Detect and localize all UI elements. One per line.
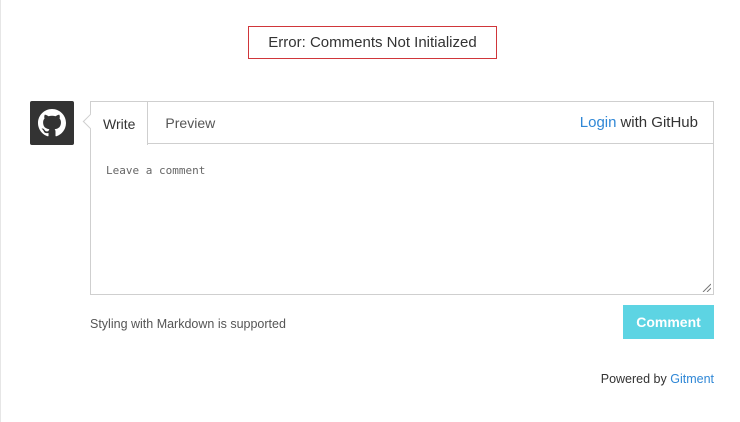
comment-textarea[interactable] [91, 144, 713, 294]
gitment-link[interactable]: Gitment [670, 372, 714, 386]
powered-by: Powered by Gitment [601, 372, 714, 386]
github-icon [38, 109, 66, 137]
powered-by-label: Powered by [600, 372, 667, 386]
comment-button[interactable]: Comment [623, 305, 714, 339]
error-message-text: Error: Comments Not Initialized [268, 34, 477, 51]
left-divider [0, 0, 1, 422]
resize-handle-icon[interactable] [702, 283, 711, 292]
login-link[interactable]: Login [580, 114, 617, 131]
editor-tab-bar: Write Preview Login with GitHub [91, 102, 713, 145]
markdown-support-note: Styling with Markdown is supported [90, 317, 286, 331]
login-prompt: Login with GitHub [580, 102, 698, 143]
tab-preview[interactable]: Preview [148, 102, 227, 143]
github-avatar[interactable] [30, 101, 74, 145]
comment-editor: Write Preview Login with GitHub [90, 101, 714, 295]
tab-write[interactable]: Write [91, 102, 149, 145]
error-message-box: Error: Comments Not Initialized [248, 26, 497, 59]
login-suffix: with GitHub [620, 114, 698, 131]
